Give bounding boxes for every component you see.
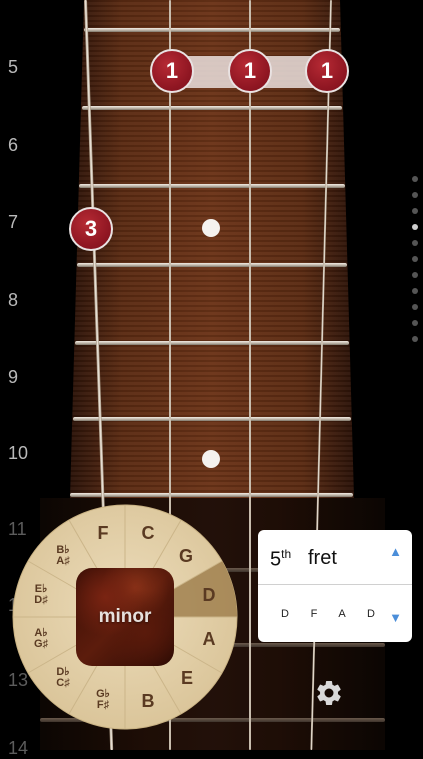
finger-marker[interactable]: 3 [69,207,113,251]
fret-number: 8 [8,290,19,310]
fret-position-suffix: th [281,547,292,561]
finger-marker[interactable]: 1 [150,49,194,93]
page-dot [412,304,418,310]
chord-note: D [281,608,289,620]
wheel-note-F[interactable]: F [98,524,109,542]
fret-position-number: 5 [270,548,282,571]
wheel-note-E[interactable]: E [181,669,193,687]
fret-selector-panel: 5th fret ▲ D F A D ▼ [258,530,412,642]
fret-position: 5th [270,547,291,572]
fret-inlay-dot [202,450,220,468]
fret-number: 5 [8,57,19,77]
page-dot [412,320,418,326]
wheel-note-Ab[interactable]: A♭ G♯ [34,628,48,650]
chord-wheel[interactable]: C G D A E B G♭ F♯ D♭ C♯ A♭ G♯ E♭ D♯ B♭ A… [12,504,238,730]
fret-wire [70,493,353,497]
fret-number: 6 [8,135,19,155]
wheel-note-B[interactable]: B [142,692,155,710]
fret-inlay-dot [202,219,220,237]
wheel-note-Eb[interactable]: E♭ D♯ [34,584,47,606]
wheel-note-D[interactable]: D [203,586,216,604]
page-dot-active [412,224,418,230]
finger-marker[interactable]: 1 [305,49,349,93]
wheel-note-A[interactable]: A [203,630,216,648]
fret-wire [73,417,351,421]
page-dot [412,176,418,182]
wheel-note-Gb[interactable]: G♭ F♯ [96,689,110,711]
finger-marker[interactable]: 1 [228,49,272,93]
fret-wire [77,263,347,267]
wheel-note-Bb[interactable]: B♭ A♯ [56,545,69,567]
page-indicator[interactable] [411,176,419,356]
chord-note: F [310,608,318,620]
fret-number: 14 [8,738,29,758]
fret-wire [79,184,345,188]
chord-notes: D F A D [278,608,388,622]
gear-icon[interactable] [314,678,344,708]
fret-selector-row: 5th fret ▲ [258,530,412,585]
page-dot [412,256,418,262]
fret-number: 7 [8,212,19,232]
fret-up-arrow-icon[interactable]: ▲ [389,544,402,559]
wheel-note-Db[interactable]: D♭ C♯ [56,667,69,689]
page-dot [412,192,418,198]
fret-wire [84,28,340,32]
guitar-string [249,0,251,750]
chord-note: D [367,608,375,620]
fret-number: 9 [8,367,19,387]
fret-wire [82,106,342,110]
mode-toggle-button[interactable]: minor [76,568,174,666]
fret-number: 10 [8,443,29,463]
page-dot [412,240,418,246]
wheel-note-G[interactable]: G [179,547,193,565]
page-dot [412,272,418,278]
mode-label: minor [98,606,152,627]
fret-position-word: fret [308,547,337,569]
chord-note: A [338,608,346,620]
page-dot [412,336,418,342]
fret-down-arrow-icon[interactable]: ▼ [389,610,402,625]
page-dot [412,208,418,214]
wheel-note-C[interactable]: C [142,524,155,542]
page-dot [412,288,418,294]
fret-wire [75,341,349,345]
